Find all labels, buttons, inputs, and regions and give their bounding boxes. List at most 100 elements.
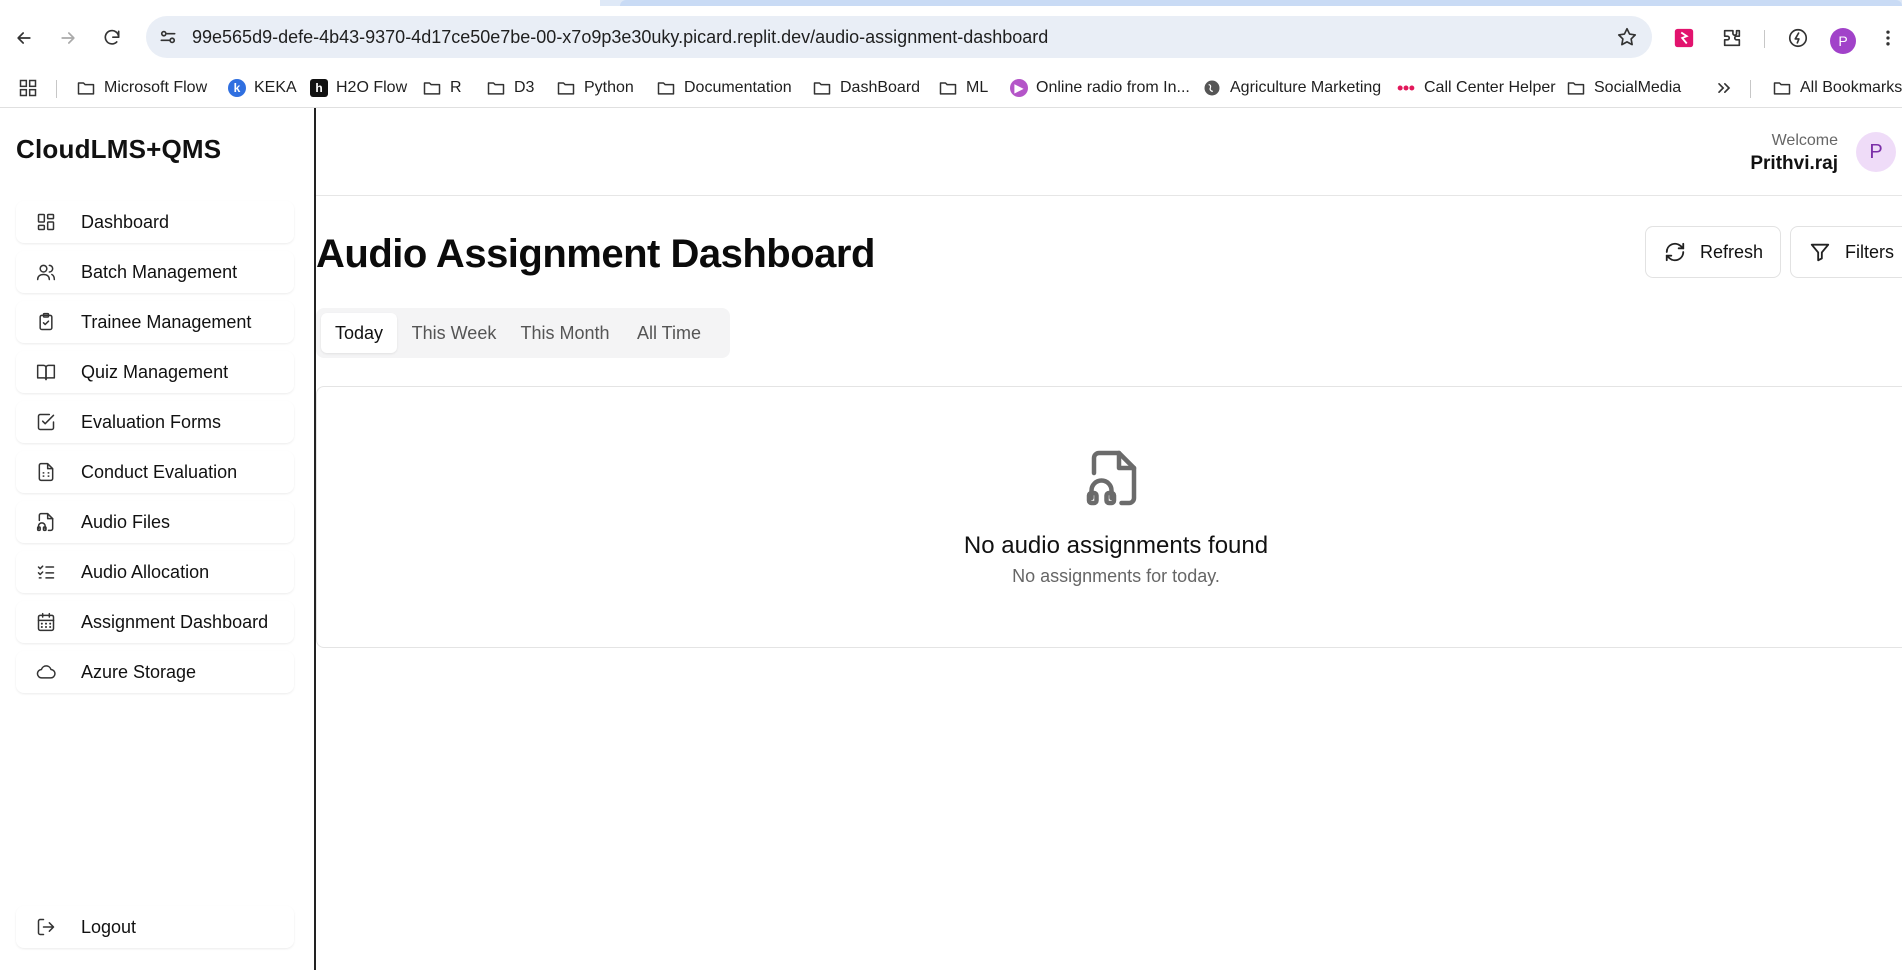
bookmark-item[interactable]: k KEKA [228, 77, 297, 99]
refresh-label: Refresh [1700, 241, 1764, 262]
performance-icon[interactable] [1786, 26, 1810, 50]
filters-button[interactable]: Filters [1790, 226, 1902, 278]
sidebar-item-assignment-dashboard[interactable]: Assignment Dashboard [16, 601, 294, 643]
cloud-icon [36, 662, 56, 682]
bookmark-label: SocialMedia [1594, 79, 1682, 96]
sidebar-item-conduct-evaluation[interactable]: Conduct Evaluation [16, 451, 294, 493]
logout-icon [36, 917, 56, 937]
bookmark-label: All Bookmarks [1800, 79, 1902, 96]
bookmarks-overflow-icon[interactable] [1714, 77, 1734, 99]
refresh-button[interactable]: Refresh [1645, 226, 1781, 278]
bookmark-label: Python [584, 79, 634, 96]
extension-icon[interactable] [1672, 26, 1696, 50]
assignments-panel [316, 386, 1902, 648]
bookmark-item[interactable]: Documentation [656, 77, 792, 99]
folder-icon [557, 82, 575, 95]
bookmark-star-icon[interactable] [1616, 26, 1638, 48]
bookmark-item[interactable]: ▶ Online radio from In... [1010, 77, 1190, 99]
folder-icon [1773, 82, 1791, 95]
folder-icon [77, 82, 95, 95]
refresh-icon [1665, 242, 1685, 262]
sidebar-item-label: Dashboard [81, 211, 170, 232]
tab-this-week[interactable]: This Week [404, 313, 504, 353]
folder-icon [813, 82, 831, 95]
bookmark-item[interactable]: R [422, 77, 462, 99]
back-icon[interactable] [10, 24, 38, 52]
bookmark-item[interactable]: SocialMedia [1566, 77, 1681, 99]
tab-all-time[interactable]: All Time [626, 313, 712, 353]
empty-state-title: No audio assignments found [963, 532, 1269, 559]
welcome-block: Welcome Prithvi.raj [1750, 132, 1838, 175]
radio-icon: ▶ [1010, 79, 1028, 97]
bookmark-item[interactable]: h H2O Flow [310, 77, 407, 99]
grid-icon [36, 212, 56, 232]
square-check-icon [36, 412, 56, 432]
globe-icon [1204, 80, 1220, 96]
puzzle-icon[interactable] [1720, 26, 1744, 50]
folder-icon [487, 82, 505, 95]
bookmark-item[interactable]: D3 [486, 77, 534, 99]
sidebar-item-quiz-management[interactable]: Quiz Management [16, 351, 294, 393]
book-open-icon [36, 362, 56, 382]
sidebar-item-audio-allocation[interactable]: Audio Allocation [16, 551, 294, 593]
bookmark-item[interactable]: Agriculture Marketing [1202, 77, 1381, 99]
folder-icon [939, 82, 957, 95]
folder-icon [657, 82, 675, 95]
apps-grid-icon[interactable] [18, 77, 38, 99]
welcome-text: Welcome [1771, 132, 1838, 149]
sidebar-item-label: Assignment Dashboard [81, 611, 269, 632]
tab-this-month[interactable]: This Month [512, 313, 618, 353]
sidebar-item-label: Trainee Management [81, 311, 252, 332]
file-audio-icon [1086, 450, 1137, 506]
folder-icon [1567, 82, 1585, 95]
avatar[interactable]: P [1856, 132, 1896, 172]
period-tabs: Today This Week This Month All Time [316, 308, 730, 358]
sidebar-item-trainee-management[interactable]: Trainee Management [16, 301, 294, 343]
bookmark-item[interactable]: Python [556, 77, 634, 99]
sidebar-item-label: Evaluation Forms [81, 411, 222, 432]
forward-icon[interactable] [54, 24, 82, 52]
page-title: Audio Assignment Dashboard [316, 232, 875, 276]
clipboard-check-icon [36, 312, 56, 332]
dots-icon [1397, 85, 1415, 91]
bookmark-label: R [450, 79, 462, 96]
keka-icon: k [228, 79, 246, 97]
user-name: Prithvi.raj [1750, 153, 1838, 174]
sidebar-item-evaluation-forms[interactable]: Evaluation Forms [16, 401, 294, 443]
bookmark-item[interactable]: DashBoard [812, 77, 920, 99]
filters-label: Filters [1845, 241, 1894, 262]
sidebar-item-azure-storage[interactable]: Azure Storage [16, 651, 294, 693]
logout-button[interactable]: Logout [16, 906, 294, 948]
sidebar-item-dashboard[interactable]: Dashboard [16, 201, 294, 243]
bookmark-label: Documentation [684, 79, 792, 96]
list-checks-icon [36, 562, 56, 582]
folder-icon [423, 82, 441, 95]
bookmarks-bar: Microsoft Flow k KEKA h H2O Flow R D3 Py… [0, 68, 1902, 108]
bookmark-item[interactable]: Call Center Helper [1396, 77, 1556, 99]
reload-icon[interactable] [98, 24, 126, 52]
sidebar-item-batch-management[interactable]: Batch Management [16, 251, 294, 293]
bookmark-label: DashBoard [840, 79, 921, 96]
sidebar-item-audio-files[interactable]: Audio Files [16, 501, 294, 543]
bookmark-label: Agriculture Marketing [1230, 79, 1382, 96]
bookmark-label: ML [966, 79, 989, 96]
sidebar-item-label: Quiz Management [81, 361, 229, 382]
url-text[interactable]: 99e565d9-defe-4b43-9370-4d17ce50e7be-00-… [192, 27, 1048, 48]
kebab-menu-icon[interactable] [1876, 26, 1900, 50]
bookmark-item[interactable]: All Bookmarks [1772, 77, 1902, 99]
tab-today[interactable]: Today [321, 313, 397, 353]
logout-label: Logout [81, 916, 137, 937]
bookmark-label: H2O Flow [336, 79, 408, 96]
site-settings-icon[interactable] [158, 27, 178, 47]
bookmark-separator [56, 80, 57, 98]
file-spreadsheet-icon [36, 462, 56, 482]
address-bar[interactable]: 99e565d9-defe-4b43-9370-4d17ce50e7be-00-… [146, 16, 1652, 58]
browser-profile-avatar[interactable]: P [1830, 28, 1856, 54]
h2o-icon: h [310, 79, 328, 97]
bookmark-item[interactable]: ML [938, 77, 988, 99]
sidebar-item-label: Audio Allocation [81, 561, 210, 582]
bookmark-label: Microsoft Flow [104, 79, 208, 96]
bookmark-item[interactable]: Microsoft Flow [76, 77, 207, 99]
empty-state-subtitle: No assignments for today. [1012, 566, 1220, 586]
sidebar-item-label: Audio Files [81, 511, 171, 532]
